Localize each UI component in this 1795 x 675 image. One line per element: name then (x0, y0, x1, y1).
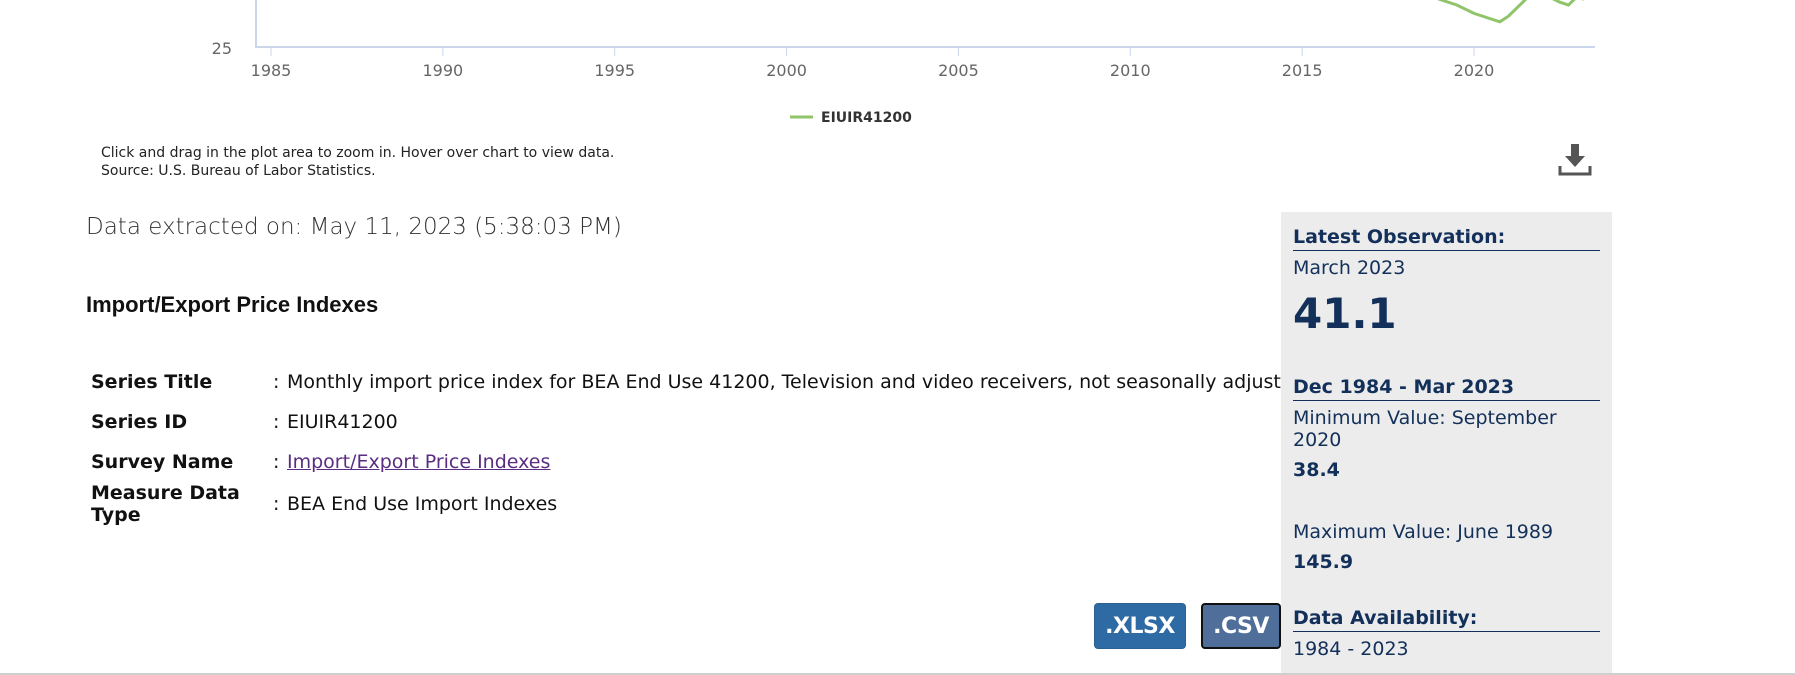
latest-observation-period: March 2023 (1293, 257, 1406, 279)
detail-separator: : (273, 493, 280, 515)
detail-label: Measure Data Type (91, 482, 240, 526)
x-tick-label: 2020 (1454, 61, 1495, 80)
detail-value: Monthly import price index for BEA End U… (287, 371, 1305, 393)
chart-note-zoom: Click and drag in the plot area to zoom … (101, 145, 615, 161)
x-tick-label: 1990 (422, 61, 463, 80)
extracted-label: Data extracted on: (86, 214, 303, 240)
csv-download-button[interactable]: .CSV (1201, 603, 1281, 649)
series-summary-sidebar: Latest Observation: March 2023 41.1 Dec … (1281, 212, 1612, 675)
date-range-heading: Dec 1984 - Mar 2023 (1293, 376, 1600, 401)
download-button[interactable] (1555, 140, 1595, 180)
latest-observation-heading: Latest Observation: (1293, 226, 1600, 251)
x-tick-label: 2010 (1110, 61, 1151, 80)
detail-separator: : (273, 371, 280, 393)
data-extracted-line: Data extracted on: May 11, 2023 (5:38:03… (86, 214, 622, 240)
detail-row-measure-type: Measure Data Type : BEA End Use Import I… (91, 482, 1305, 526)
detail-label: Survey Name (91, 451, 234, 473)
latest-observation-value: 41.1 (1293, 289, 1397, 338)
x-tick-label: 2015 (1282, 61, 1323, 80)
chart-note: Click and drag in the plot area to zoom … (101, 144, 614, 180)
detail-label: Series Title (91, 371, 213, 393)
minimum-value-label: Minimum Value: September 2020 (1293, 407, 1557, 451)
x-tick-label: 1995 (594, 61, 635, 80)
legend-label[interactable]: EIUIR41200 (821, 110, 912, 126)
minimum-value: 38.4 (1293, 459, 1340, 481)
chart-note-source: Source: U.S. Bureau of Labor Statistics. (101, 163, 376, 179)
detail-separator: : (273, 411, 280, 433)
series-line[interactable] (1405, 0, 1584, 24)
detail-label: Series ID (91, 411, 188, 433)
chart-area[interactable]: 25 1985 1990 1995 2000 2005 2010 2015 2020 EIUI… (0, 0, 1795, 185)
xlsx-download-button[interactable]: .XLSX (1094, 603, 1186, 649)
extracted-value: May 11, 2023 (5:38:03 PM) (309, 214, 622, 240)
chart-legend[interactable]: EIUIR41200 (790, 110, 912, 126)
data-availability-heading: Data Availability: (1293, 607, 1600, 632)
detail-row-series-id: Series ID : EIUIR41200 (91, 402, 1305, 442)
detail-value: Import/Export Price Indexes (287, 442, 1305, 482)
x-tick-label: 1985 (251, 61, 292, 80)
x-tick-label: 2005 (938, 61, 979, 80)
x-tick-label: 2000 (766, 61, 807, 80)
download-icon (1558, 144, 1592, 176)
data-availability-value: 1984 - 2023 (1293, 638, 1409, 660)
series-details-table: Series Title : Monthly import price inde… (91, 362, 1305, 526)
detail-value: BEA End Use Import Indexes (287, 493, 558, 515)
maximum-value: 145.9 (1293, 551, 1354, 573)
detail-value: EIUIR41200 (287, 411, 398, 433)
detail-separator: : (273, 451, 280, 473)
y-tick-label: 25 (212, 39, 232, 58)
maximum-value-label: Maximum Value: June 1989 (1293, 521, 1554, 543)
detail-row-survey-name: Survey Name : Import/Export Price Indexe… (91, 442, 1305, 482)
survey-name-link[interactable]: Import/Export Price Indexes (287, 451, 550, 473)
x-ticks-group: 1985 1990 1995 2000 2005 2010 2015 2020 (251, 47, 1495, 80)
detail-row-series-title: Series Title : Monthly import price inde… (91, 362, 1305, 402)
survey-heading: Import/Export Price Indexes (86, 292, 379, 317)
